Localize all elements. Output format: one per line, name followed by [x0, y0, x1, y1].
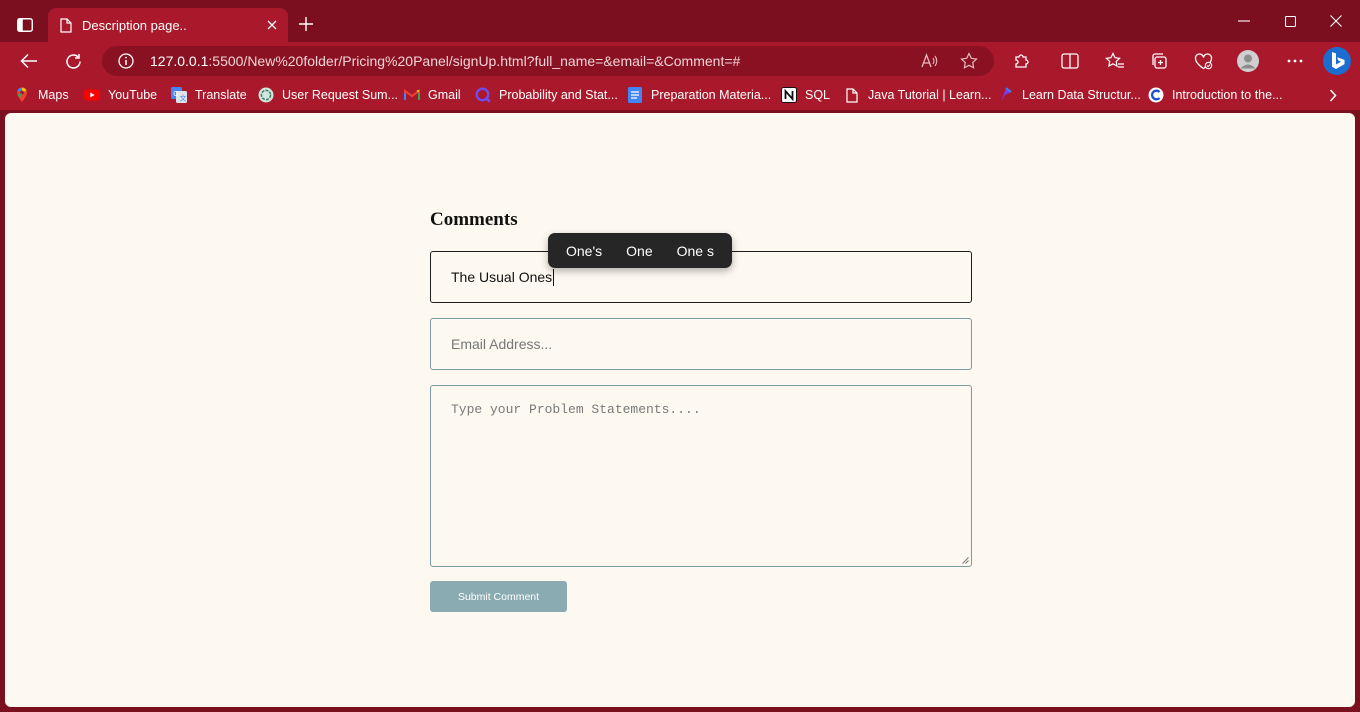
more-icon: [1287, 59, 1303, 63]
tab-actions-icon: [17, 18, 33, 32]
bing-icon: [1323, 47, 1351, 75]
bookmark-label: Gmail: [428, 88, 461, 102]
learn-icon: [998, 87, 1014, 103]
title-bar: Description page..: [0, 0, 1360, 42]
url-path: :5500/New%20folder/Pricing%20Panel/signU…: [208, 53, 741, 69]
favorite-star-icon[interactable]: [960, 52, 978, 70]
read-aloud-icon[interactable]: [920, 52, 938, 70]
page-icon: [844, 87, 860, 103]
maximize-button[interactable]: [1267, 6, 1313, 36]
bookmark-introduction[interactable]: Introduction to the...: [1148, 85, 1283, 105]
bing-copilot-button[interactable]: [1320, 43, 1354, 79]
collections-icon: [1152, 53, 1167, 69]
info-icon[interactable]: [118, 53, 134, 69]
email-field[interactable]: Email Address...: [430, 318, 972, 370]
translate-icon: G文: [171, 87, 187, 103]
docs-icon: [627, 87, 643, 103]
bookmark-sql[interactable]: SQL: [781, 85, 830, 105]
maximize-icon: [1284, 15, 1296, 27]
gmail-icon: [404, 87, 420, 103]
resize-handle-icon[interactable]: [961, 556, 969, 564]
tab-title: Description page..: [82, 17, 187, 33]
bookmarks-bar: Maps YouTube G文 Translate User Request S…: [0, 80, 1360, 110]
minimize-button[interactable]: [1221, 6, 1267, 36]
youtube-icon: [84, 87, 100, 103]
profile-button[interactable]: [1233, 47, 1263, 75]
text-suggestions-popup: One's One One s: [548, 233, 732, 268]
suggestion-option[interactable]: One's: [554, 243, 614, 259]
close-icon: [267, 20, 277, 30]
c-icon: [1148, 87, 1164, 103]
bookmark-java-tutorial[interactable]: Java Tutorial | Learn...: [844, 85, 991, 105]
minimize-icon: [1238, 20, 1250, 22]
name-input-value: The Usual Ones: [451, 269, 553, 285]
avatar: [1237, 50, 1259, 72]
favorites-list-icon: [1105, 52, 1124, 68]
bookmark-preparation[interactable]: Preparation Materia...: [627, 85, 771, 105]
tab-description-page[interactable]: Description page..: [48, 8, 288, 42]
bookmark-data-structures[interactable]: Learn Data Structur...: [998, 85, 1141, 105]
bookmarks-overflow-button[interactable]: [1322, 85, 1344, 105]
page-content: Comments The Usual Ones One's One One s …: [5, 113, 1355, 707]
bookmark-label: User Request Sum...: [282, 88, 399, 102]
close-window-button[interactable]: [1313, 6, 1359, 36]
tab-actions-button[interactable]: [12, 12, 38, 38]
bookmark-label: Java Tutorial | Learn...: [868, 88, 992, 102]
notion-icon: [781, 87, 797, 103]
comment-textarea[interactable]: Type your Problem Statements....: [430, 385, 972, 567]
new-tab-button[interactable]: [294, 12, 318, 36]
page-title: Comments: [430, 209, 518, 230]
navigation-toolbar: 127.0.0.1:5500/New%20folder/Pricing%20Pa…: [0, 42, 1360, 80]
bookmark-probability[interactable]: Probability and Stat...: [475, 85, 618, 105]
suggestion-option[interactable]: One s: [665, 243, 726, 259]
arrow-left-icon: [20, 53, 37, 69]
chevron-right-icon: [1329, 88, 1337, 102]
favorites-button[interactable]: [1100, 47, 1130, 75]
bookmark-maps[interactable]: Maps: [14, 85, 69, 105]
plus-icon: [299, 17, 313, 31]
split-screen-icon: [1061, 53, 1079, 69]
suggestion-option[interactable]: One: [614, 243, 664, 259]
page-icon: [60, 17, 72, 33]
bookmark-label: Translate: [195, 88, 247, 102]
svg-text:G: G: [173, 91, 178, 98]
split-screen-button[interactable]: [1055, 47, 1085, 75]
tab-close-button[interactable]: [258, 11, 286, 39]
maps-icon: [14, 87, 30, 103]
collections-button[interactable]: [1144, 47, 1174, 75]
puzzle-icon: [1015, 54, 1029, 68]
bookmark-label: Learn Data Structur...: [1022, 88, 1141, 102]
extensions-button[interactable]: [1007, 47, 1037, 75]
bookmark-youtube[interactable]: YouTube: [84, 85, 157, 105]
q-icon: [475, 87, 491, 103]
url-text[interactable]: 127.0.0.1:5500/New%20folder/Pricing%20Pa…: [150, 53, 740, 69]
bookmark-translate[interactable]: G文 Translate: [171, 85, 247, 105]
comment-placeholder: Type your Problem Statements....: [451, 402, 701, 417]
bookmark-label: Preparation Materia...: [651, 88, 772, 102]
heart-pulse-icon: [1194, 52, 1212, 69]
bookmark-label: YouTube: [108, 88, 158, 102]
submit-comment-button[interactable]: Submit Comment: [430, 581, 567, 612]
bookmark-gmail[interactable]: Gmail: [404, 85, 461, 105]
refresh-icon: [65, 53, 81, 69]
bookmark-label: Probability and Stat...: [499, 88, 618, 102]
chatgpt-icon: [258, 87, 274, 103]
browser-essentials-button[interactable]: [1188, 47, 1218, 75]
bookmark-label: SQL: [805, 88, 831, 102]
bookmark-label: Introduction to the...: [1172, 88, 1283, 102]
back-button[interactable]: [14, 47, 44, 75]
settings-menu-button[interactable]: [1280, 47, 1310, 75]
bookmark-user-request[interactable]: User Request Sum...: [258, 85, 398, 105]
svg-text:文: 文: [180, 94, 187, 103]
email-placeholder: Email Address...: [451, 336, 553, 352]
refresh-button[interactable]: [58, 47, 88, 75]
text-caret: [553, 268, 555, 286]
address-bar[interactable]: 127.0.0.1:5500/New%20folder/Pricing%20Pa…: [102, 46, 994, 76]
close-icon: [1330, 15, 1342, 27]
url-host: 127.0.0.1: [150, 53, 209, 69]
bookmark-label: Maps: [38, 88, 69, 102]
